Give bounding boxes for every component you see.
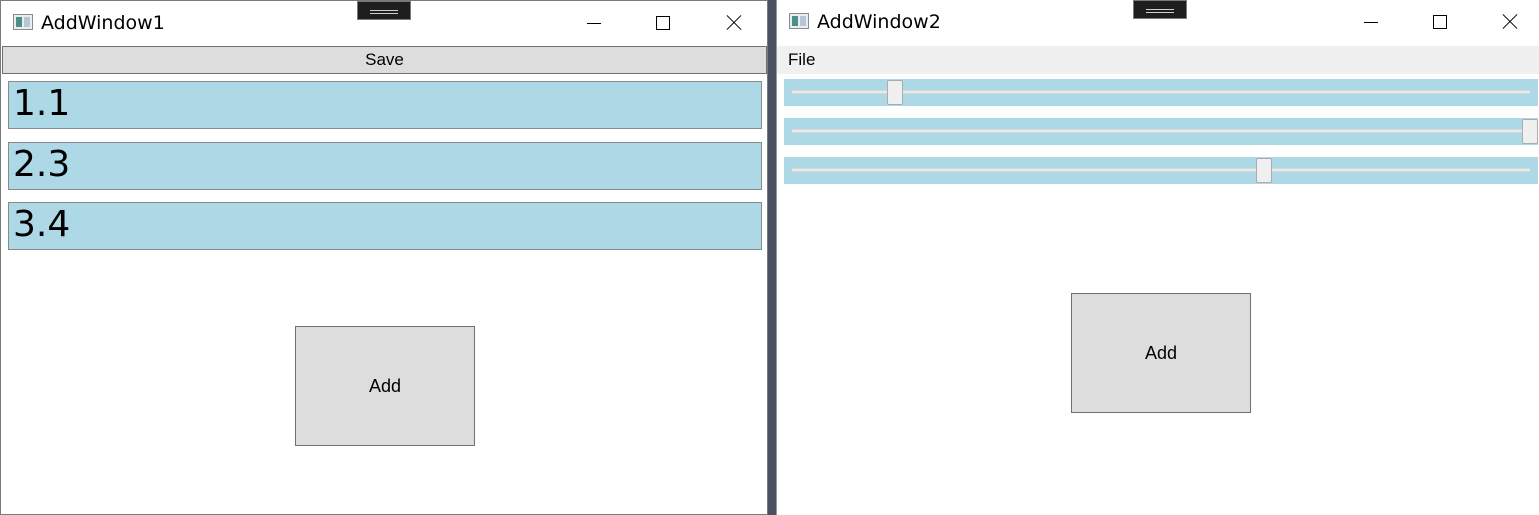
slider-rail (792, 129, 1530, 133)
minimize-icon[interactable] (570, 1, 616, 45)
slider-thumb[interactable] (1522, 119, 1538, 144)
maximize-icon[interactable] (639, 1, 685, 45)
window-title: AddWindow1 (41, 12, 165, 34)
value-field[interactable]: 1.1 (8, 81, 762, 129)
slider-thumb[interactable] (887, 80, 904, 105)
menu-item-file[interactable]: File (788, 50, 815, 70)
app-window-icon (13, 14, 33, 30)
add-window-2: AddWindow2 File Add (776, 0, 1539, 515)
slider-thumb[interactable] (1256, 158, 1273, 183)
value-field[interactable]: 3.4 (8, 202, 762, 250)
slider[interactable] (784, 79, 1538, 106)
close-icon[interactable] (1486, 0, 1532, 44)
add-button[interactable]: Add (295, 326, 475, 446)
value-field[interactable]: 2.3 (8, 142, 762, 190)
title-bar[interactable]: AddWindow1 (1, 1, 767, 45)
minimize-icon[interactable] (1347, 0, 1393, 44)
slider[interactable] (784, 118, 1538, 145)
title-bar[interactable]: AddWindow2 (777, 0, 1539, 44)
maximize-icon[interactable] (1416, 0, 1462, 44)
slider-rail (792, 168, 1530, 172)
menu-bar: File (777, 46, 1539, 74)
add-window-1: AddWindow1 Save 1.1 2.3 3.4 Add (0, 0, 768, 515)
close-icon[interactable] (710, 1, 756, 45)
drag-grip-icon[interactable] (357, 1, 411, 20)
save-button[interactable]: Save (2, 46, 767, 74)
app-window-icon (789, 13, 809, 29)
window-title: AddWindow2 (817, 11, 941, 33)
drag-grip-icon[interactable] (1133, 0, 1187, 19)
add-button[interactable]: Add (1071, 293, 1251, 413)
slider[interactable] (784, 157, 1538, 184)
